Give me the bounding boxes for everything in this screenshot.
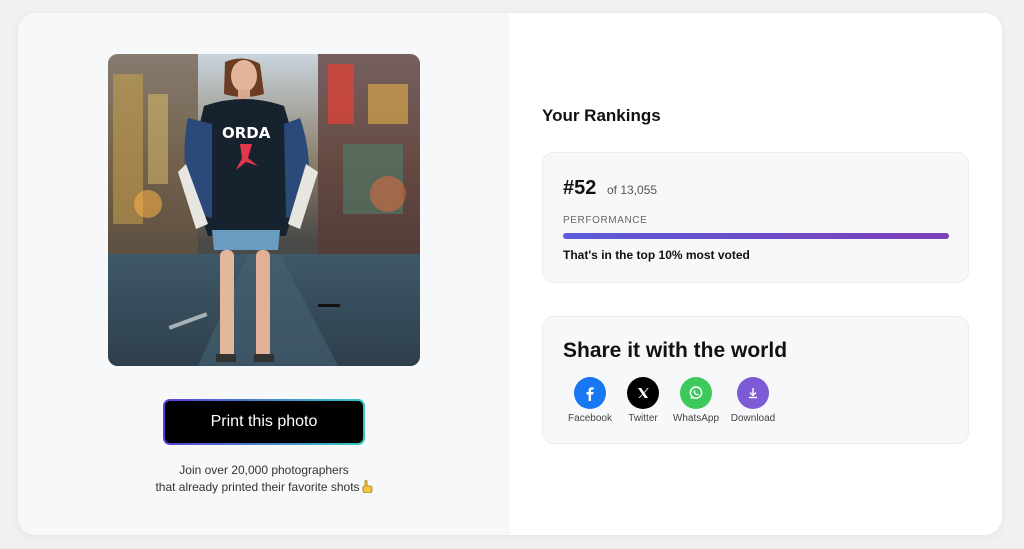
performance-summary: That's in the top 10% most voted	[563, 248, 750, 262]
x-icon	[627, 377, 659, 409]
rankings-title: Your Rankings	[542, 106, 661, 125]
share-download-button[interactable]: Download	[723, 377, 783, 429]
join-line-2: that already printed their favorite shot…	[18, 479, 510, 496]
pointing-hand-icon	[362, 480, 373, 494]
share-whatsapp-button[interactable]: WhatsApp	[666, 377, 726, 429]
share-twitter-button[interactable]: Twitter	[613, 377, 673, 429]
rank-number: #52	[563, 177, 597, 199]
whatsapp-icon	[680, 377, 712, 409]
join-line-2-text: that already printed their favorite shot…	[155, 480, 360, 494]
print-photo-button[interactable]: Print this photo	[163, 399, 365, 445]
join-line-1: Join over 20,000 photographers	[179, 463, 349, 477]
rank-total: of 13,055	[607, 183, 658, 197]
join-message: Join over 20,000 photographers that alre…	[18, 462, 510, 496]
rankings-panel: Your Rankings #52 of 13,055 PERFORMANCE …	[510, 13, 1002, 535]
share-title: Share it with the world	[563, 339, 788, 362]
share-card: Share it with the world Facebook Twitter…	[542, 316, 969, 444]
facebook-icon	[574, 377, 606, 409]
photo-panel: ORDA Print this photo Join over 20,000 p…	[18, 13, 510, 535]
submitted-photo: ORDA	[108, 54, 420, 366]
share-facebook-button[interactable]: Facebook	[560, 377, 620, 429]
performance-label: PERFORMANCE	[563, 215, 648, 226]
result-card: ORDA Print this photo Join over 20,000 p…	[18, 13, 1002, 535]
share-twitter-label: Twitter	[628, 413, 658, 424]
share-download-label: Download	[730, 413, 776, 424]
share-whatsapp-label: WhatsApp	[672, 413, 720, 424]
download-icon	[737, 377, 769, 409]
svg-text:ORDA: ORDA	[222, 124, 271, 142]
performance-bar	[563, 233, 949, 239]
ranking-card: #52 of 13,055 PERFORMANCE That's in the …	[542, 152, 969, 283]
share-facebook-label: Facebook	[568, 413, 612, 424]
performance-bar-fill	[563, 233, 949, 239]
